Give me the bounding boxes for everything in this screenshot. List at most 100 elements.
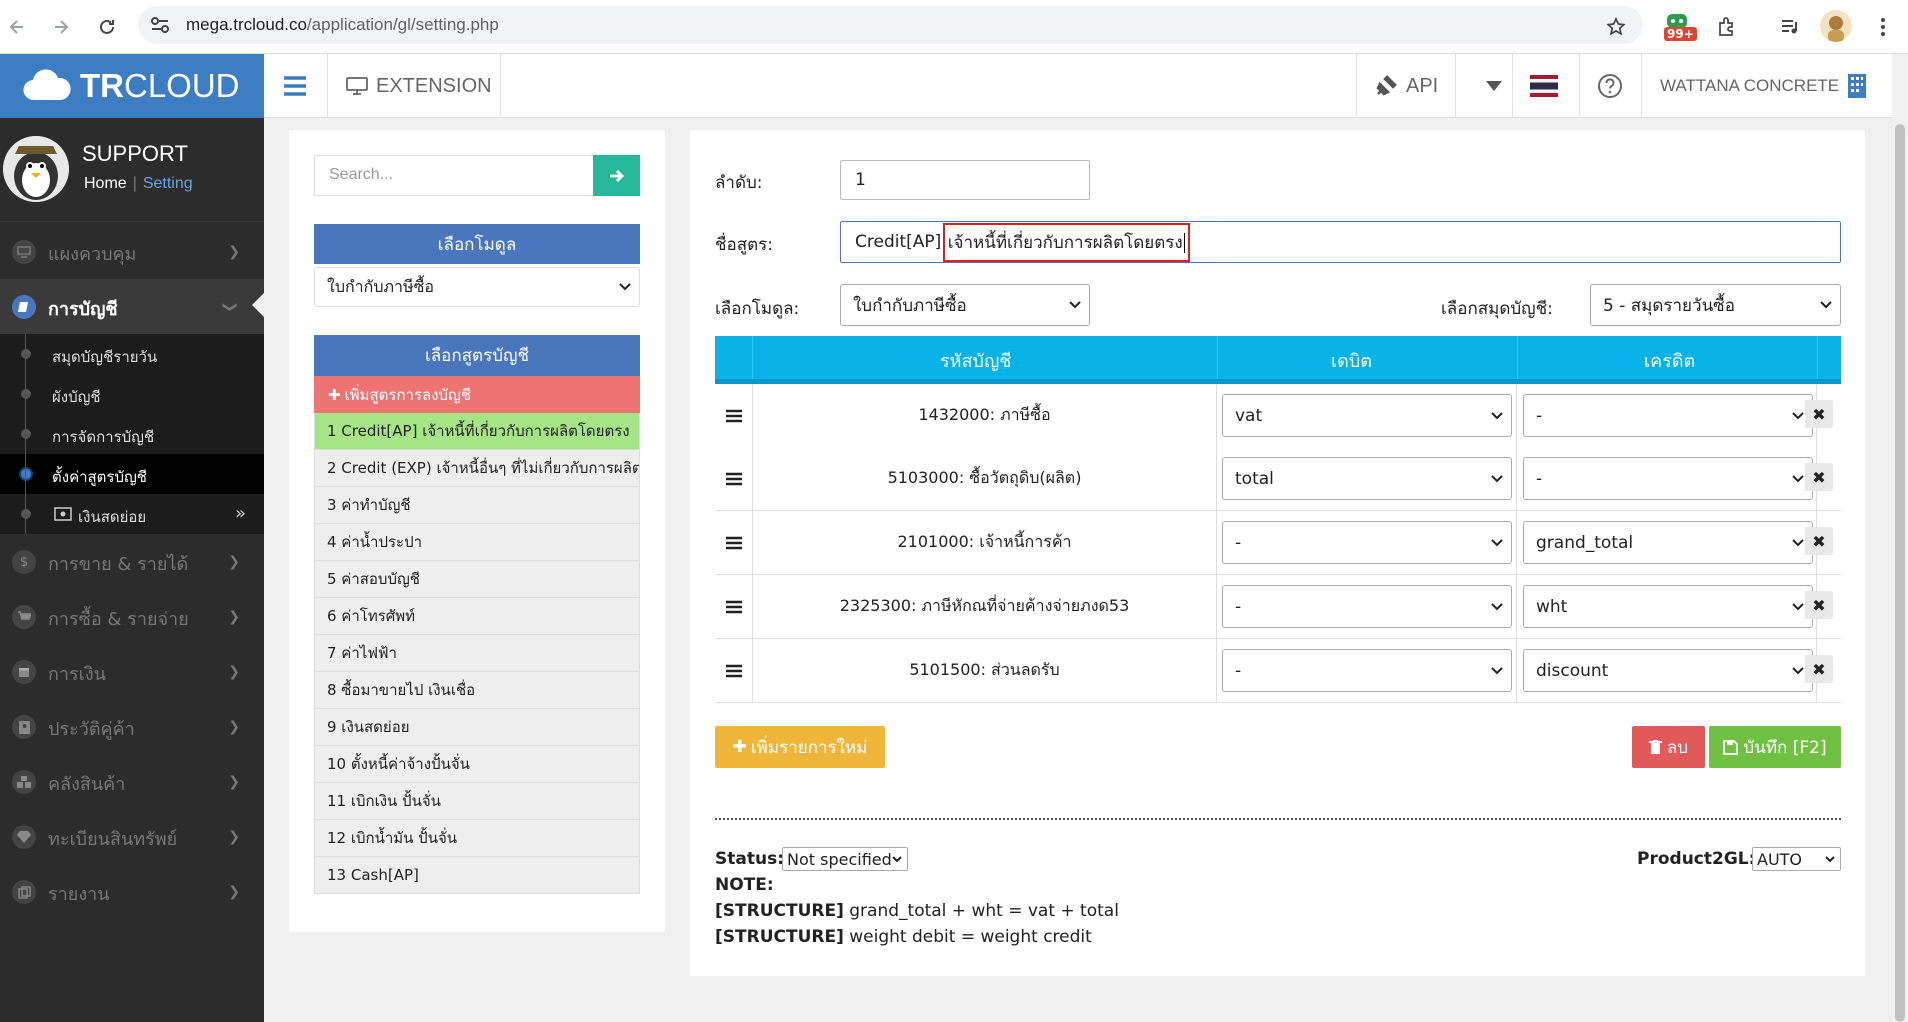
drag-handle-icon[interactable] xyxy=(715,384,753,447)
sidebar-item-reports[interactable]: รายงาน ❯ xyxy=(0,864,264,919)
formula-name-input[interactable]: Credit[AP] เจ้าหนี้ที่เกี่ยวกับการผลิตโด… xyxy=(840,221,1841,263)
calendar-icon xyxy=(12,660,36,684)
journal-select[interactable]: 5 - สมุดรายวันซื้อ xyxy=(1590,284,1841,326)
caret-down-icon[interactable] xyxy=(1474,54,1514,118)
formula-list-item[interactable]: 7 ค่าไฟฟ้า xyxy=(314,635,640,672)
submenu-item-account-management[interactable]: การจัดการบัญชี xyxy=(0,414,264,454)
sidebar-item-label: การขาย & รายได้ xyxy=(48,554,189,575)
debit-select[interactable]: - xyxy=(1222,649,1512,692)
delete-label: ลบ xyxy=(1666,737,1689,758)
scrollbar-thumb[interactable] xyxy=(1895,124,1905,1022)
page-scrollbar[interactable] xyxy=(1892,54,1908,1022)
drag-handle-icon[interactable] xyxy=(715,575,753,638)
debit-value: - xyxy=(1235,660,1242,681)
formula-list-item[interactable]: 3 ค่าทำบัญชี xyxy=(314,487,640,524)
address-bar[interactable]: mega.trcloud.co/application/gl/setting.p… xyxy=(138,6,1643,44)
trcloud-logo[interactable]: TRCLOUD xyxy=(0,54,264,118)
credit-select[interactable]: - xyxy=(1523,394,1813,437)
company-selector[interactable]: WATTANA CONCRETE xyxy=(1660,54,1867,118)
profile-avatar[interactable] xyxy=(1820,10,1852,42)
setting-link[interactable]: Setting xyxy=(143,175,193,192)
remove-row-button[interactable]: ✖ xyxy=(1805,655,1833,683)
help-icon[interactable] xyxy=(1597,54,1623,118)
home-link[interactable]: Home xyxy=(84,175,127,192)
chevron-down-icon xyxy=(1792,666,1804,675)
formula-list-item[interactable]: 12 เบิกน้ำมัน ปั้นจั่น xyxy=(314,820,640,857)
sidebar-item-sales[interactable]: $ การขาย & รายได้ ❯ xyxy=(0,534,264,589)
credit-select[interactable]: - xyxy=(1523,457,1813,500)
reload-icon[interactable] xyxy=(92,12,122,42)
credit-select[interactable]: grand_total xyxy=(1523,521,1813,564)
formula-list-item[interactable]: 9 เงินสดย่อย xyxy=(314,709,640,746)
remove-row-button[interactable]: ✖ xyxy=(1805,463,1833,491)
remove-row-button[interactable]: ✖ xyxy=(1805,400,1833,428)
formula-list-item[interactable]: 5 ค่าสอบบัญชี xyxy=(314,561,640,598)
search-input[interactable]: Search... xyxy=(314,155,594,196)
debit-select[interactable]: total xyxy=(1222,457,1512,500)
sidebar-item-partners[interactable]: ประวัติคู่ค้า ❯ xyxy=(0,699,264,754)
formula-list-item[interactable]: 1 Credit[AP] เจ้าหนี้ที่เกี่ยวกับการผลิต… xyxy=(314,413,640,450)
site-info-icon[interactable] xyxy=(150,16,170,34)
submenu-item-chart-of-accounts[interactable]: ผังบัญชี xyxy=(0,374,264,414)
add-formula-button[interactable]: ✚ เพิ่มสูตรการลงบัญชี xyxy=(314,376,640,413)
profile-panel: SUPPORT Home | Setting xyxy=(0,118,264,222)
debit-select[interactable]: - xyxy=(1222,585,1512,628)
search-go-button[interactable] xyxy=(593,155,640,196)
chevron-right-icon: ❯ xyxy=(228,554,240,570)
formula-list-item[interactable]: 13 Cash[AP] xyxy=(314,857,640,894)
form-module-select[interactable]: ใบกำกับภาษีซื้อ xyxy=(840,284,1090,326)
bookmark-star-icon[interactable] xyxy=(1601,12,1631,42)
formula-list-item[interactable]: 11 เบิกเงิน ปั้นจั่น xyxy=(314,783,640,820)
cloud-icon xyxy=(23,69,71,101)
extension-badge-icon[interactable]: 99+ xyxy=(1664,12,1697,42)
sidebar-item-purchases[interactable]: การซื้อ & รายจ่าย ❯ xyxy=(0,589,264,644)
formula-list-item[interactable]: 4 ค่าน้ำประปา xyxy=(314,524,640,561)
back-icon[interactable] xyxy=(2,12,32,42)
api-menu[interactable]: API xyxy=(1374,54,1438,118)
browser-menu-icon[interactable] xyxy=(1868,12,1898,42)
status-select[interactable]: Not specified xyxy=(782,847,908,871)
extension-menu[interactable]: EXTENSION xyxy=(346,54,492,118)
credit-select[interactable]: wht xyxy=(1523,585,1813,628)
debit-cell: - xyxy=(1217,511,1517,574)
bullet-icon xyxy=(21,349,31,359)
submenu-item-journal[interactable]: สมุดบัญชีรายวัน xyxy=(0,334,264,374)
formula-name-label: ชื่อสูตร: xyxy=(715,235,774,255)
remove-row-button[interactable]: ✖ xyxy=(1805,591,1833,619)
module-select[interactable]: ใบกำกับภาษีซื้อ xyxy=(314,267,640,307)
formula-list-item[interactable]: 2 Credit (EXP) เจ้าหนี้อื่นๆ ที่ไม่เกี่ย… xyxy=(314,450,640,487)
product2gl-select[interactable]: AUTO xyxy=(1752,847,1841,871)
formula-list-item[interactable]: 10 ตั้งหนี้ค่าจ้างปั้นจั่น xyxy=(314,746,640,783)
status-label: Status: xyxy=(715,849,784,869)
save-button[interactable]: บันทึก [F2] xyxy=(1709,726,1841,768)
sidebar-item-dashboard[interactable]: แผงควบคุม ❯ xyxy=(0,224,264,279)
remove-row-button[interactable]: ✖ xyxy=(1805,527,1833,555)
add-row-button[interactable]: ✚ เพิ่มรายการใหม่ xyxy=(715,726,885,768)
sidebar-item-inventory[interactable]: คลังสินค้า ❯ xyxy=(0,754,264,809)
submenu-item-formula-setting[interactable]: ตั้งค่าสูตรบัญชี xyxy=(0,454,264,494)
drag-handle-icon[interactable] xyxy=(715,447,753,510)
submenu-label: ตั้งค่าสูตรบัญชี xyxy=(52,468,147,486)
submenu-item-petty-cash[interactable]: เงินสดย่อย » xyxy=(0,494,264,534)
hamburger-menu-icon[interactable] xyxy=(280,54,310,118)
debit-select[interactable]: - xyxy=(1222,521,1512,564)
credit-select[interactable]: discount xyxy=(1523,649,1813,692)
formula-list-item[interactable]: 8 ซื้อมาขายไป เงินเชื่อ xyxy=(314,672,640,709)
formula-list-item[interactable]: 6 ค่าโทรศัพท์ xyxy=(314,598,640,635)
extensions-puzzle-icon[interactable] xyxy=(1711,12,1741,42)
forward-icon[interactable] xyxy=(46,12,76,42)
submenu-label: การจัดการบัญชี xyxy=(52,428,155,446)
media-control-icon[interactable] xyxy=(1775,12,1805,42)
drag-handle-icon[interactable] xyxy=(715,639,753,702)
thai-flag-icon[interactable] xyxy=(1530,54,1558,118)
drag-handle-icon[interactable] xyxy=(715,511,753,574)
sidebar-item-accounting[interactable]: การบัญชี ❯ xyxy=(0,279,264,334)
sidebar-item-finance[interactable]: การเงิน ❯ xyxy=(0,644,264,699)
remove-icon: ✖ xyxy=(1812,595,1826,615)
credit-value: - xyxy=(1536,468,1543,489)
search-placeholder: Search... xyxy=(329,166,394,183)
order-input[interactable]: 1 xyxy=(840,160,1090,200)
debit-select[interactable]: vat xyxy=(1222,394,1512,437)
sidebar-item-assets[interactable]: ทะเบียนสินทรัพย์ ❯ xyxy=(0,809,264,864)
delete-button[interactable]: ลบ xyxy=(1632,726,1705,768)
